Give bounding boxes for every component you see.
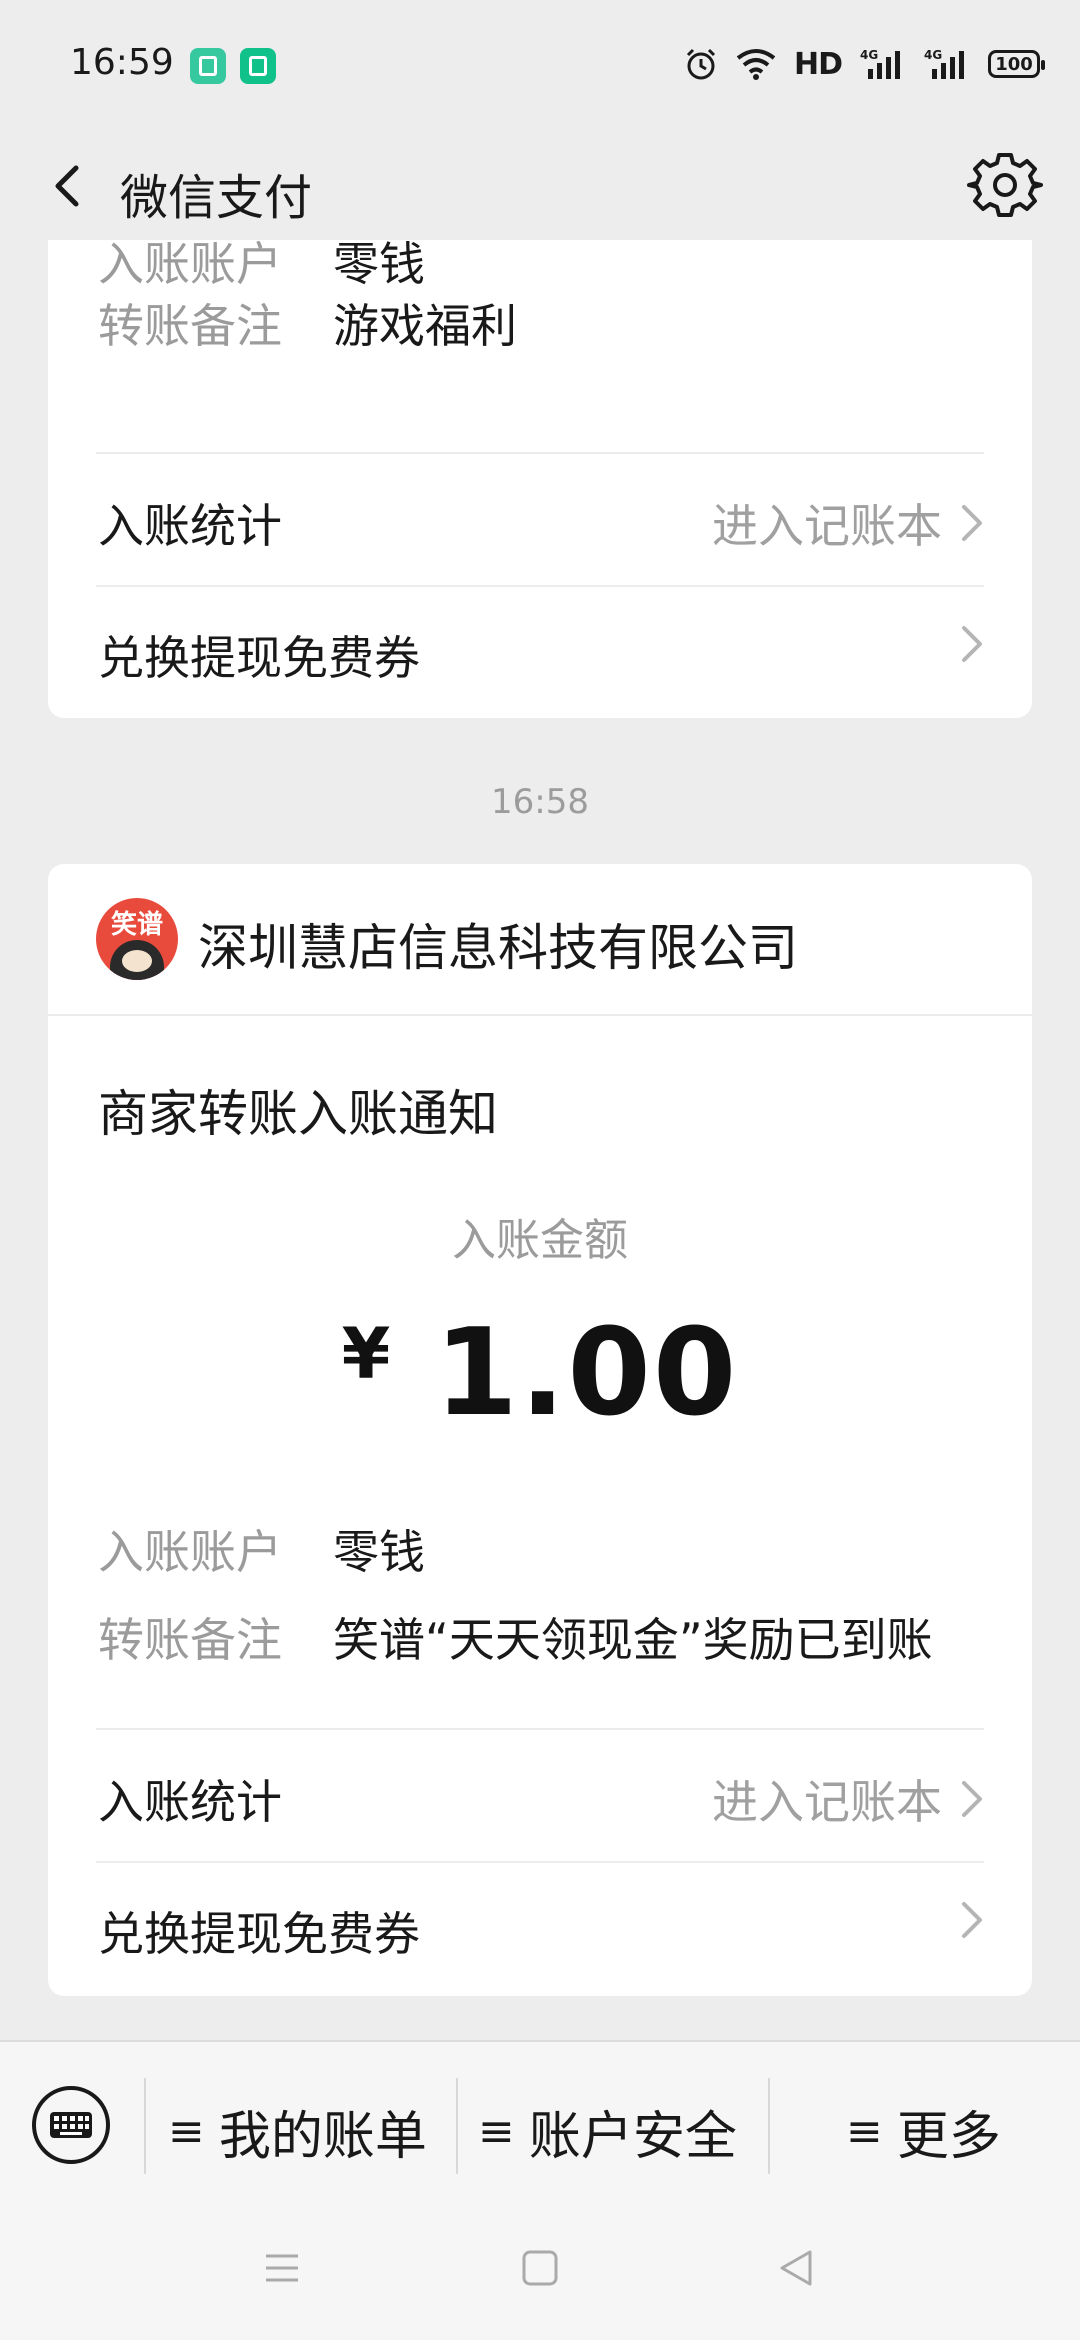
gear-icon[interactable] [960,140,1050,230]
account-value: 零钱 [333,1525,425,1579]
chevron-right-icon [962,1781,982,1817]
sloth-mascot-icon [110,940,164,980]
menu-account-security[interactable]: ≡ 账户安全 [478,2094,737,2169]
battery-level: 100 [995,53,1033,75]
note-label: 转账备注 [98,299,282,353]
account-value: 零钱 [333,237,425,291]
menu-icon: ≡ [168,2106,205,2157]
screen: 16:59 HD 4G 4G 100 微信支付 入账账户 零钱 转账备注 游戏福… [0,0,1080,2340]
amount-label: 入账金额 [452,1215,628,1266]
notice-title: 商家转账入账通知 [98,1085,498,1143]
nav-bar: 微信支付 [0,130,1080,240]
note-row: 转账备注 游戏福利 [98,296,517,356]
battery-saver-icon [240,48,276,84]
alarm-icon [686,48,716,80]
menu-label: 我的账单 [218,2107,427,2167]
merchant-logo: 笑谱 [96,898,178,980]
account-row: 入账账户 零钱 [98,1522,425,1582]
income-stats-label: 入账统计 [98,499,282,553]
bottom-menu: ≡ 我的账单 ≡ 账户安全 ≡ 更多 [0,2040,1080,2212]
menu-label: 更多 [896,2107,1001,2167]
hd-indicator: HD [793,46,843,82]
page-title: 微信支付 [120,170,313,226]
status-indicators: HD 4G 4G 100 [684,44,1045,84]
menu-my-bills[interactable]: ≡ 我的账单 [168,2094,427,2169]
note-row: 转账备注 笑谱“天天领现金”奖励已到账 [98,1610,933,1670]
amount-value: 1.00 [434,1304,739,1443]
menu-separator [456,2078,458,2174]
menu-more[interactable]: ≡ 更多 [846,2094,1001,2169]
menu-icon: ≡ [846,2106,883,2157]
system-nav-bar [0,2210,1080,2340]
notification-app-icon [190,48,226,84]
coupon-label: 兑换提现免费券 [98,631,420,685]
currency-symbol: ¥ [341,1313,391,1395]
signal-4g-icon: 4G [860,48,900,79]
income-stats-row[interactable]: 入账统计 进入记账本 [48,454,1032,586]
message-timestamp: 16:58 [491,782,589,822]
battery-icon: 100 [988,50,1045,78]
status-bar: 16:59 HD 4G 4G 100 [0,0,1080,130]
income-stats-label: 入账统计 [98,1775,282,1829]
back-chevron-icon[interactable] [40,150,100,220]
account-row: 入账账户 零钱 [98,234,425,294]
signal-4g-icon-2: 4G [924,48,964,79]
chevron-right-icon [962,626,982,662]
merchant-header[interactable]: 笑谱 深圳慧店信息科技有限公司 [48,864,1032,1016]
chevron-right-icon [962,1902,982,1938]
note-value: 笑谱“天天领现金”奖励已到账 [333,1613,933,1667]
note-value: 游戏福利 [333,299,517,353]
menu-separator [144,2078,146,2174]
coupon-link [960,622,984,666]
back-icon[interactable] [776,2248,816,2288]
menu-label: 账户安全 [528,2107,737,2167]
ledger-hint: 进入记账本 [712,1775,942,1829]
svg-text:4G: 4G [860,48,878,62]
payment-notice-card-previous: 入账账户 零钱 转账备注 游戏福利 入账统计 进入记账本 兑换提现免费券 [48,237,1032,718]
income-stats-row[interactable]: 入账统计 进入记账本 [48,1730,1032,1862]
menu-icon: ≡ [478,2106,515,2157]
keyboard-icon[interactable] [30,2084,112,2166]
wifi-icon [736,49,776,80]
merchant-logo-text: 笑谱 [110,910,163,940]
coupon-row[interactable]: 兑换提现免费券 [48,1862,1032,1994]
income-stats-link: 进入记账本 [712,1766,984,1832]
status-time: 16:59 [70,42,174,83]
merchant-name: 深圳慧店信息科技有限公司 [198,919,798,977]
account-label: 入账账户 [98,1525,282,1579]
coupon-row[interactable]: 兑换提现免费券 [48,586,1032,718]
ledger-hint: 进入记账本 [712,499,942,553]
coupon-link [960,1898,984,1942]
recent-apps-icon[interactable] [262,2248,302,2288]
note-label: 转账备注 [98,1613,282,1667]
home-icon[interactable] [520,2248,560,2288]
income-stats-link: 进入记账本 [712,490,984,556]
menu-separator [768,2078,770,2174]
payment-notice-card: 笑谱 深圳慧店信息科技有限公司 商家转账入账通知 入账金额 ¥1.00 入账账户… [48,864,1032,1996]
coupon-label: 兑换提现免费券 [98,1907,420,1961]
svg-text:4G: 4G [924,48,942,62]
amount-display: ¥1.00 [48,1304,1032,1443]
chevron-right-icon [962,505,982,541]
account-label: 入账账户 [98,237,282,291]
